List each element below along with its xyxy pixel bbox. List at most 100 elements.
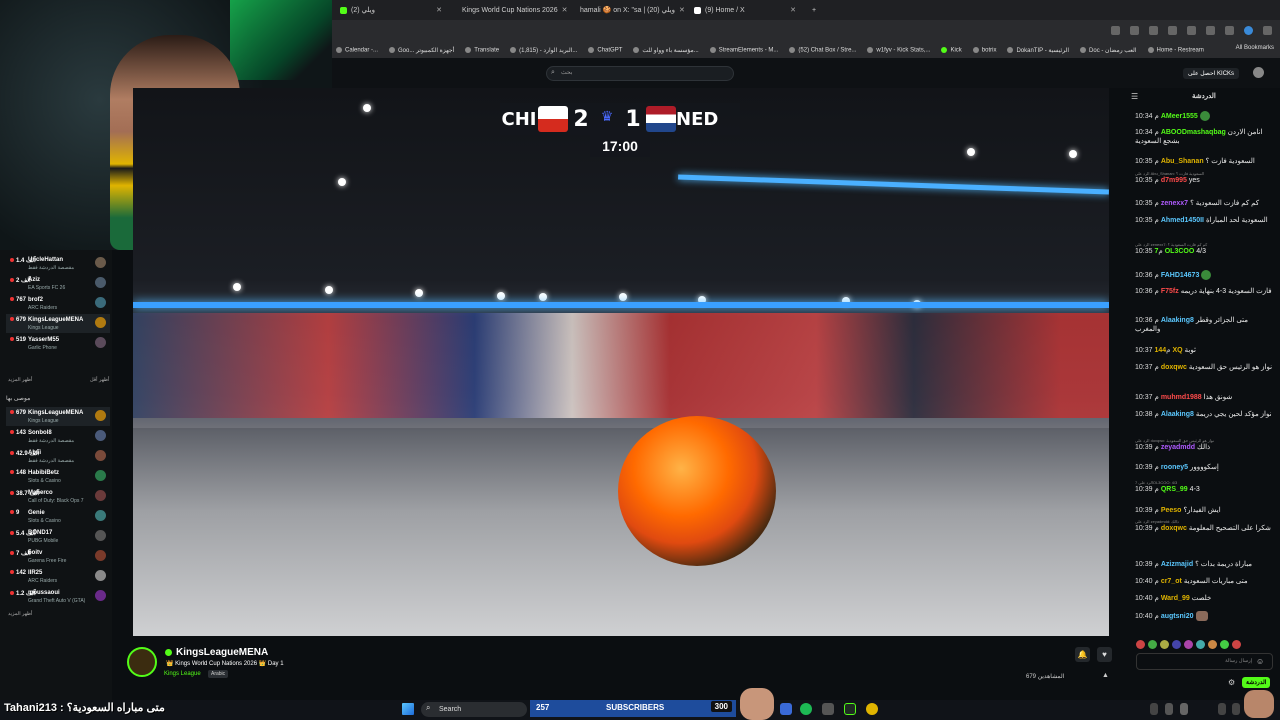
menu-icon[interactable] — [1263, 26, 1272, 35]
close-icon[interactable]: ✕ — [679, 6, 685, 14]
recommended-channel[interactable]: 148 HabibiBetz Slots & Casino — [6, 467, 110, 486]
bookmark-item[interactable]: Doc - العب رمضان — [1080, 46, 1137, 54]
video-player[interactable] — [133, 88, 1109, 636]
recommended-channel[interactable]: 7 آلف boitv Garena Free Fire — [6, 547, 110, 566]
avatar — [95, 297, 106, 308]
taskbar-app-icon[interactable] — [822, 703, 834, 715]
recommended-channel[interactable]: 1.2 آلف moussaoui Grand Theft Auto V (GTA… — [6, 587, 110, 606]
show-less-link[interactable]: أظهر أقل — [90, 377, 109, 383]
avatar — [95, 337, 106, 348]
bookmark-item[interactable]: مؤسسة باء وواو للت... — [633, 46, 699, 54]
bookmark-item[interactable]: (52) Chat Box / Stre... — [789, 46, 856, 53]
taskbar-app-icon[interactable] — [844, 703, 856, 715]
translate-icon[interactable] — [1111, 26, 1120, 35]
followed-channel[interactable]: 767 brof2 ARC Raiders — [6, 294, 110, 313]
chat-input[interactable]: إرسال رسالة — [1136, 653, 1273, 670]
recommended-channel[interactable]: 142 IIR25 ARC Raiders — [6, 567, 110, 586]
taskbar-search[interactable]: Search — [421, 702, 527, 717]
followed-channel[interactable]: 679 KingsLeagueMENA Kings League — [6, 314, 110, 333]
chat-message: الرد على zenexx7: كم كم فازت السعودية ؟ 1… — [1135, 242, 1208, 255]
chat-send-button[interactable]: الدردشة — [1242, 677, 1271, 688]
get-kicks-button[interactable]: احصل على KICKs — [1183, 68, 1240, 79]
bookmark-item[interactable]: Translate — [465, 46, 499, 53]
bookmark-item[interactable]: Home - Restream — [1147, 46, 1204, 53]
browser-tab[interactable]: (9) Home / X ✕ — [686, 0, 804, 20]
stream-category[interactable]: Kings League — [164, 671, 201, 677]
windows-start-icon[interactable] — [402, 703, 414, 715]
close-icon[interactable]: ✕ — [790, 6, 796, 14]
recommended-channel[interactable]: 679 KingsLeagueMENA Kings League — [6, 407, 110, 426]
show-more-link[interactable]: أظهر المزيد — [8, 377, 32, 383]
user-avatar[interactable] — [1253, 67, 1264, 78]
search-input[interactable]: بحث — [546, 66, 734, 81]
avatar — [95, 257, 106, 268]
bookmark-item[interactable]: StreamElements - M... — [709, 46, 778, 53]
avatar — [95, 490, 106, 501]
tray-icon[interactable] — [1180, 703, 1188, 715]
bookmark-item[interactable]: Kick — [941, 46, 962, 53]
emote-icon — [1199, 111, 1210, 121]
recommended-channel[interactable]: 9 Genie Slots & Casino — [6, 507, 110, 526]
bookmark-item[interactable]: Calendar -... — [336, 46, 378, 53]
recommended-channel[interactable]: 38.7 آلف Maherco Call of Duty: Black Ops … — [6, 487, 110, 506]
home-team: CHI — [501, 108, 537, 130]
browser-tab[interactable]: hamali 🍪 on X: "sa | ويلي (20) ✕ — [568, 0, 686, 20]
chat-message: 10:34 م ABOODmashaqbag انامن الاردن بشجع ا… — [1135, 129, 1263, 145]
new-tab-button[interactable]: + — [804, 0, 824, 20]
settings-gear-icon[interactable]: ⚙ — [1228, 678, 1235, 687]
kings-league-crest-icon: ♛ — [600, 109, 614, 125]
wifi-icon[interactable] — [1218, 703, 1226, 715]
profile-icon[interactable] — [1244, 26, 1253, 35]
featured-question-overlay: Tahani213 : متى مباراه السعودية؟ — [4, 702, 165, 714]
followed-channel[interactable]: 519 YasserM55 Garlic Phone — [6, 334, 110, 353]
browser-tab[interactable]: (2) ويلي ✕ — [332, 0, 450, 20]
collapse-chat-icon[interactable]: ☰ — [1131, 92, 1138, 101]
bookmark-item[interactable]: Goo... أجهزة الكمبيوتر — [389, 46, 454, 54]
emoji-icon[interactable]: ☺ — [1256, 657, 1264, 666]
taskbar-app-icon[interactable] — [780, 703, 792, 715]
follow-heart-icon[interactable]: ♥ — [1097, 647, 1112, 662]
recommended-heading: موصى بها — [6, 396, 31, 402]
followed-channel[interactable]: 2 آلف Aziz EA Sports FC 26 — [6, 274, 110, 293]
close-icon[interactable]: ✕ — [436, 6, 442, 14]
spotify-icon[interactable] — [800, 703, 812, 715]
close-icon[interactable]: ✕ — [562, 6, 568, 14]
kick-favicon-icon — [340, 6, 347, 14]
emote-bar[interactable] — [1136, 640, 1272, 650]
stream-title: 👑 Kings World Cup Nations 2026 👑 Day 1 — [166, 661, 284, 667]
extension-icon[interactable] — [1206, 26, 1215, 35]
bookmark-item[interactable]: botrix — [972, 46, 996, 53]
star-icon[interactable] — [1168, 26, 1177, 35]
notification-bell-icon[interactable]: 🔔 — [1075, 647, 1090, 662]
tray-icon[interactable] — [1165, 703, 1173, 715]
browser-tab[interactable]: Kings World Cup Nations 2026 ✕ — [450, 0, 568, 20]
chrome-icon[interactable] — [866, 703, 878, 715]
chat-message: 10:36 م F75fz فازت السعودية 3-4 بنهاية دري… — [1135, 288, 1272, 295]
extension-icon[interactable] — [1225, 26, 1234, 35]
zoom-icon[interactable] — [1130, 26, 1139, 35]
avatar — [95, 590, 106, 601]
share-icon[interactable] — [1149, 26, 1158, 35]
bookmark-item[interactable]: w1fyv - Kick Stats,... — [867, 46, 930, 53]
channel-name[interactable]: KingsLeagueMENA — [176, 647, 268, 658]
avatar — [95, 317, 106, 328]
followed-channel[interactable]: 1.4 آلف UncleHattan مقصصة الدردشة فقط — [6, 254, 110, 273]
recommended-channel[interactable]: 5.4 آلف BOND17 PUBG Mobile — [6, 527, 110, 546]
bookmark-item[interactable]: DokanTIP - الرئيسية — [1007, 46, 1069, 54]
chat-title: الدردشة — [1192, 93, 1216, 100]
recommended-channel[interactable]: 143 Sonbol8 مقصصة الدردشة فقط — [6, 427, 110, 446]
language-tag[interactable]: Arabic — [208, 670, 229, 678]
streamer-avatar-sticker — [1244, 690, 1274, 718]
volume-icon[interactable] — [1232, 703, 1240, 715]
extension-icon[interactable] — [1187, 26, 1196, 35]
channel-avatar[interactable] — [127, 647, 157, 677]
recommended-channel[interactable]: 42.9 آلف Absi مقصصة الدردشة فقط — [6, 447, 110, 466]
all-bookmarks-button[interactable]: All Bookmarks — [1236, 45, 1274, 51]
bookmark-item[interactable]: ChatGPT — [588, 46, 622, 53]
bookmark-item[interactable]: البريد الوارد - (1,815)... — [510, 46, 577, 54]
tray-icon[interactable] — [1150, 703, 1158, 715]
bookmarks-bar: Calendar -... Goo... أجهزة الكمبيوتر Tra… — [332, 42, 1280, 58]
show-more-link[interactable]: أظهر المزيد — [8, 611, 32, 617]
chat-message: 10:39 م rooney5 إسكوووور — [1135, 464, 1219, 471]
warning-icon[interactable]: ▲ — [1102, 672, 1109, 679]
